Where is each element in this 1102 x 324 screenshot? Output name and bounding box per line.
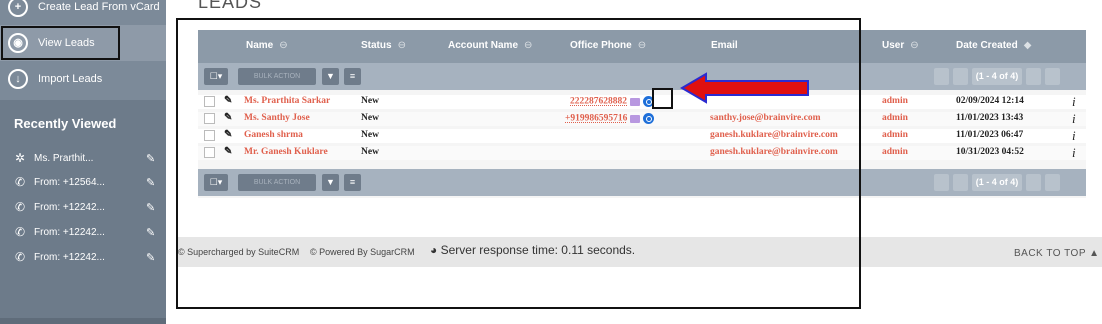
lead-date-created: 11/01/2023 13:43 bbox=[956, 113, 1024, 123]
lead-user[interactable]: admin bbox=[882, 96, 908, 106]
recent-item[interactable]: ✆ From: +12242... ✎ bbox=[0, 247, 166, 267]
first-page-button[interactable] bbox=[934, 68, 949, 85]
lead-date-created: 11/01/2023 06:47 bbox=[956, 130, 1024, 140]
recent-item[interactable]: ✲ Ms. Prarthit... ✎ bbox=[0, 148, 166, 168]
plus-box-icon: + bbox=[8, 0, 28, 17]
sidebar-item-label: Create Lead From vCard bbox=[38, 1, 160, 13]
sidebar-item-import-leads[interactable]: ↓ Import Leads bbox=[0, 61, 166, 97]
info-icon[interactable]: i bbox=[1072, 94, 1076, 110]
column-header-user[interactable]: User ⊖ bbox=[882, 40, 919, 51]
recent-item-label: From: +12564... bbox=[34, 176, 105, 188]
pagination-count: (1 - 4 of 4) bbox=[972, 174, 1022, 191]
sort-desc-icon[interactable]: ◆ bbox=[1024, 40, 1032, 51]
sidebar-item-label: Import Leads bbox=[38, 73, 103, 85]
first-page-button[interactable] bbox=[934, 174, 949, 191]
lead-date-created: 02/09/2024 12:14 bbox=[956, 96, 1024, 106]
last-page-button[interactable] bbox=[1045, 68, 1060, 85]
recent-item[interactable]: ✆ From: +12242... ✎ bbox=[0, 222, 166, 242]
recent-item-label: From: +12242... bbox=[34, 226, 105, 238]
lead-user[interactable]: admin bbox=[882, 113, 908, 123]
recent-item-label: From: +12242... bbox=[34, 251, 105, 263]
recently-viewed-title: Recently Viewed bbox=[14, 116, 117, 131]
recent-item[interactable]: ✆ From: +12242... ✎ bbox=[0, 197, 166, 217]
recent-item[interactable]: ✆ From: +12564... ✎ bbox=[0, 172, 166, 192]
pencil-icon[interactable]: ✎ bbox=[146, 201, 155, 214]
download-icon: ↓ bbox=[8, 69, 28, 89]
last-page-button[interactable] bbox=[1045, 174, 1060, 191]
info-icon[interactable]: i bbox=[1072, 145, 1076, 161]
info-icon[interactable]: i bbox=[1072, 128, 1076, 144]
phone-icon: ✆ bbox=[14, 225, 26, 239]
phone-icon: ✆ bbox=[14, 200, 26, 214]
recent-item-label: Ms. Prarthit... bbox=[34, 152, 94, 164]
sidebar: + Create Lead From vCard ◉ View Leads ↓ … bbox=[0, 0, 166, 324]
pagination-count: (1 - 4 of 4) bbox=[972, 68, 1022, 85]
sidebar-item-create-lead-vcard[interactable]: + Create Lead From vCard bbox=[0, 0, 166, 25]
lead-user[interactable]: admin bbox=[882, 130, 908, 140]
phone-icon: ✆ bbox=[14, 175, 26, 189]
phone-icon: ✆ bbox=[14, 250, 26, 264]
page-title: LEADS bbox=[198, 0, 263, 12]
lead-date-created: 10/31/2023 04:52 bbox=[956, 147, 1024, 157]
pencil-icon[interactable]: ✎ bbox=[146, 251, 155, 264]
sidebar-footer-strip bbox=[0, 318, 166, 324]
pagination: (1 - 4 of 4) bbox=[934, 68, 1084, 85]
prev-page-button[interactable] bbox=[953, 68, 968, 85]
next-page-button[interactable] bbox=[1026, 174, 1041, 191]
sort-icon[interactable]: ⊖ bbox=[910, 40, 918, 51]
column-header-date-created[interactable]: Date Created ◆ bbox=[956, 40, 1031, 51]
info-icon[interactable]: i bbox=[1072, 111, 1076, 127]
pagination: (1 - 4 of 4) bbox=[934, 174, 1084, 191]
pencil-icon[interactable]: ✎ bbox=[146, 226, 155, 239]
next-page-button[interactable] bbox=[1026, 68, 1041, 85]
pencil-icon[interactable]: ✎ bbox=[146, 152, 155, 165]
recent-item-label: From: +12242... bbox=[34, 201, 105, 213]
gear-icon: ✲ bbox=[14, 151, 26, 165]
annotation-box bbox=[176, 18, 861, 309]
pencil-icon[interactable]: ✎ bbox=[146, 176, 155, 189]
prev-page-button[interactable] bbox=[953, 174, 968, 191]
back-to-top-link[interactable]: BACK TO TOP ▲ bbox=[1014, 248, 1100, 259]
lead-user[interactable]: admin bbox=[882, 147, 908, 157]
annotation-box bbox=[1, 26, 120, 60]
